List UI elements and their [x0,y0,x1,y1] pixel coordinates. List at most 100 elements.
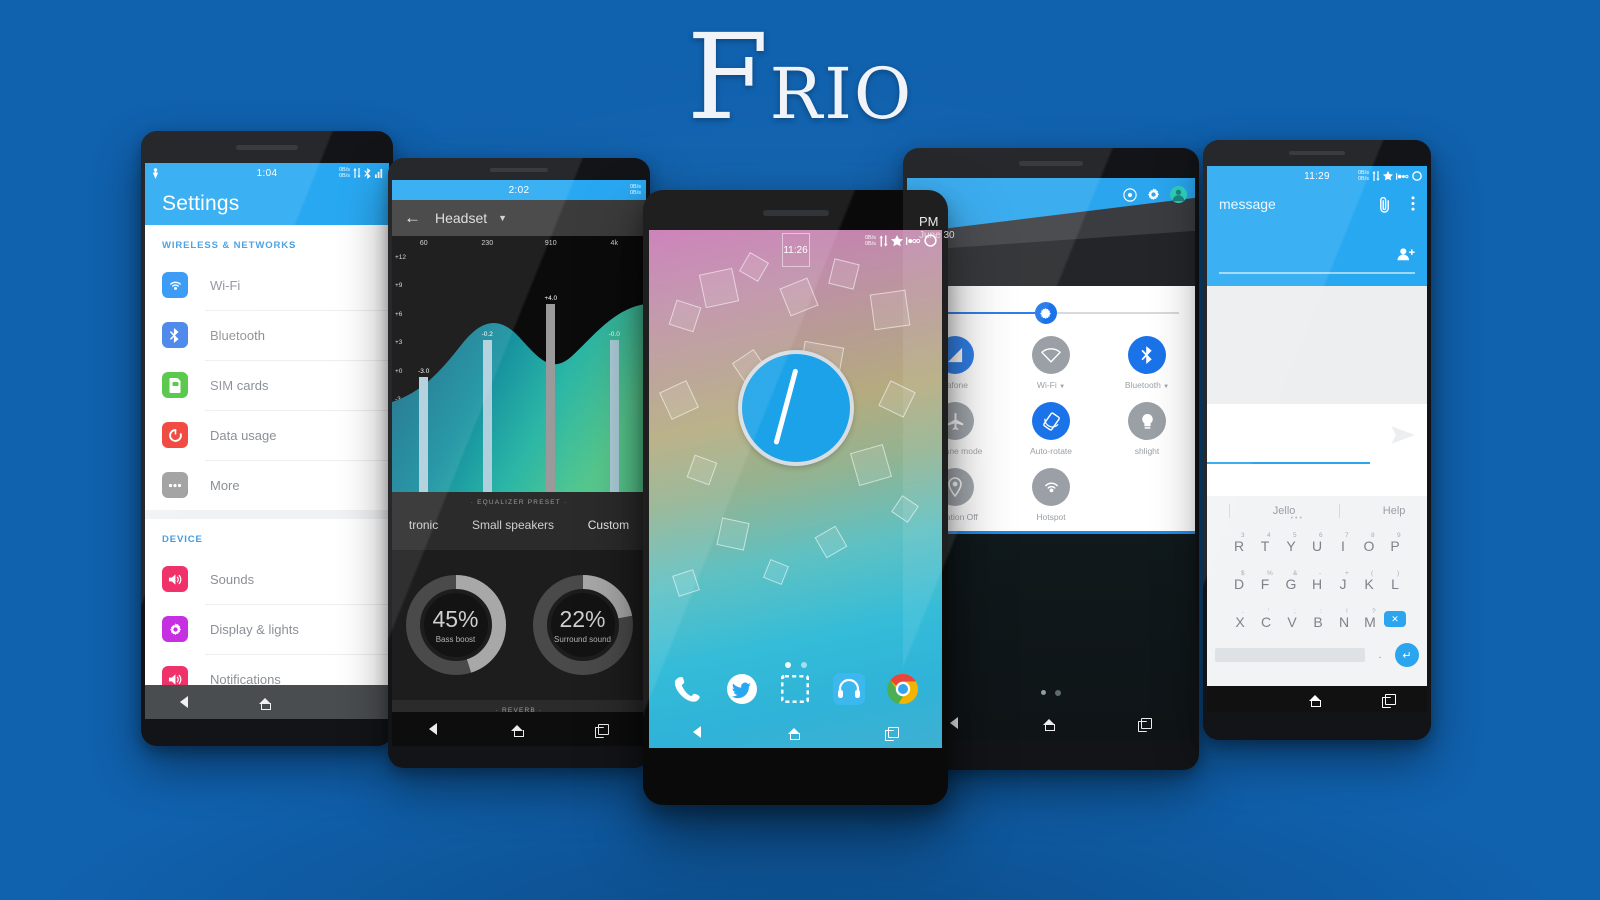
chevron-down-icon[interactable]: ▼ [498,213,507,223]
dial-bass-boost[interactable]: 45% Bass boost [402,571,510,679]
key-V[interactable]: ; V [1280,608,1304,630]
wifi-icon [162,272,188,298]
band-value: -0.2 [481,331,493,338]
twitter-icon[interactable] [723,670,761,708]
earpiece-speaker [490,168,548,172]
phone-icon[interactable] [669,670,707,708]
back-icon[interactable] [692,726,701,738]
equalizer-chart[interactable]: 60 230 910 4k +12 +9 +6 +3 +0 -3 -6 -9 -… [392,236,646,492]
on-screen-keyboard[interactable]: Jello Help ••• 3R 4T 5Y 6U 7I 8O 9P $ D %… [1207,496,1427,686]
key-P[interactable]: 9P [1383,532,1407,554]
tile-hotspot[interactable]: Hotspot [1003,468,1099,522]
equalizer-band-910[interactable]: +4.0 [519,252,583,492]
gear-icon[interactable] [1146,187,1161,202]
tile-wifi[interactable]: Wi-Fi ▼ [1003,336,1099,390]
user-avatar-icon[interactable] [1170,186,1187,203]
home-icon[interactable] [1308,693,1322,707]
keyboard-row-1: 3R 4T 5Y 6U 7I 8O 9P [1207,524,1427,562]
recents-icon[interactable] [1138,717,1153,732]
key-F[interactable]: % F [1253,570,1277,592]
add-person-icon[interactable] [1397,247,1415,264]
key-Y[interactable]: 5Y [1279,532,1303,554]
key-U[interactable]: 6U [1305,532,1329,554]
settings-row-data-usage[interactable]: Data usage [145,410,389,460]
wallpaper-square [686,454,718,486]
overflow-menu-icon[interactable] [1411,196,1415,214]
chrome-icon[interactable] [884,670,922,708]
wallpaper-square [779,277,819,317]
analog-clock-widget[interactable] [737,350,854,466]
band-value: -0.0 [608,331,620,338]
attachment-icon[interactable] [1378,196,1391,217]
settings-row-display-lights[interactable]: Display & lights [145,604,389,654]
equalizer-appbar: ← Headset ▼ [392,200,646,236]
backspace-icon[interactable]: ✕ [1384,611,1406,627]
key-J[interactable]: + J [1331,570,1355,592]
settings-label-bluetooth: Bluetooth [210,327,265,343]
key-B[interactable]: :B [1306,608,1330,630]
enter-icon[interactable]: ↵ [1395,643,1419,667]
divider [205,460,389,461]
clock-hand [772,368,798,445]
equalizer-band-230[interactable]: -0.2 [456,252,520,492]
equalizer-band-4k[interactable]: -0.0 [583,252,647,492]
settings-row-bluetooth[interactable]: Bluetooth [145,310,389,360]
key-X[interactable]: .X [1228,608,1252,630]
tile-bluetooth[interactable]: Bluetooth ▼ [1099,336,1195,390]
brightness-slider[interactable] [923,302,1179,324]
back-arrow-icon[interactable]: ← [404,208,421,228]
preset-chip-electronic[interactable]: tronic [409,518,438,532]
edit-icon[interactable] [1123,187,1137,202]
message-input-area[interactable] [1207,404,1427,476]
recipient-field-underline[interactable] [1219,272,1415,274]
home-icon[interactable] [511,723,524,737]
home-icon[interactable] [787,726,801,740]
key-C[interactable]: ' C [1254,608,1278,630]
key-I[interactable]: 7I [1331,532,1355,554]
recents-icon[interactable] [884,726,899,741]
key-D[interactable]: $ D [1227,570,1251,592]
status-right-icons: 0B/s 0B/s [339,167,384,179]
key-K[interactable]: (K [1357,570,1381,592]
status-bar: 2:02 0B/s 0B/s [392,180,646,200]
suggestion-2[interactable]: Help [1383,505,1406,517]
key-M[interactable]: ? M [1358,608,1382,630]
recents-icon[interactable] [1381,693,1396,708]
key-N[interactable]: ! N [1332,608,1356,630]
back-icon[interactable] [949,717,958,729]
preset-chip-small-speakers[interactable]: Small speakers [472,518,554,532]
rotate-icon [1032,402,1070,440]
settings-label-wifi: Wi-Fi [210,277,241,293]
key-R[interactable]: 3R [1227,532,1251,554]
status-bar: 11:29 0B/s 0B/s [1207,166,1427,186]
key-H[interactable]: -H [1305,570,1329,592]
back-icon[interactable] [429,723,437,735]
send-icon[interactable] [1391,424,1415,450]
home-icon[interactable] [1042,717,1056,731]
earpiece-speaker [762,210,829,216]
key-L[interactable]: ) L [1383,570,1407,592]
slider-knob[interactable] [1034,302,1057,324]
settings-row-more[interactable]: More [145,460,389,510]
settings-row-sim-cards[interactable]: SIM cards [145,360,389,410]
dial-surround-sound[interactable]: 22% Surround sound [529,571,637,679]
home-icon[interactable] [258,696,272,710]
equalizer-bars[interactable]: -3.0 -0.2 +4.0 -0.0 [392,252,646,492]
period-key[interactable]: . [1371,649,1389,661]
key-O[interactable]: 8O [1357,532,1381,554]
equalizer-band-60[interactable]: -3.0 [392,252,456,492]
key-T[interactable]: 4T [1253,532,1277,554]
back-icon[interactable] [180,696,189,708]
tile-flashlight[interactable]: shlight [1099,402,1195,456]
data-rate: 0B/s 0B/s [629,184,641,196]
app-drawer-icon[interactable] [776,670,814,708]
recents-icon[interactable] [595,723,609,738]
wallpaper-square [814,526,848,559]
space-key[interactable] [1215,648,1365,662]
key-G[interactable]: & G [1279,570,1303,592]
tile-auto-rotate[interactable]: Auto-rotate [1003,402,1099,456]
preset-chip-custom[interactable]: Custom [588,518,629,532]
music-headphones-icon[interactable] [830,670,868,708]
settings-row-sounds[interactable]: Sounds [145,554,389,604]
settings-row-wifi[interactable]: Wi-Fi [145,260,389,310]
